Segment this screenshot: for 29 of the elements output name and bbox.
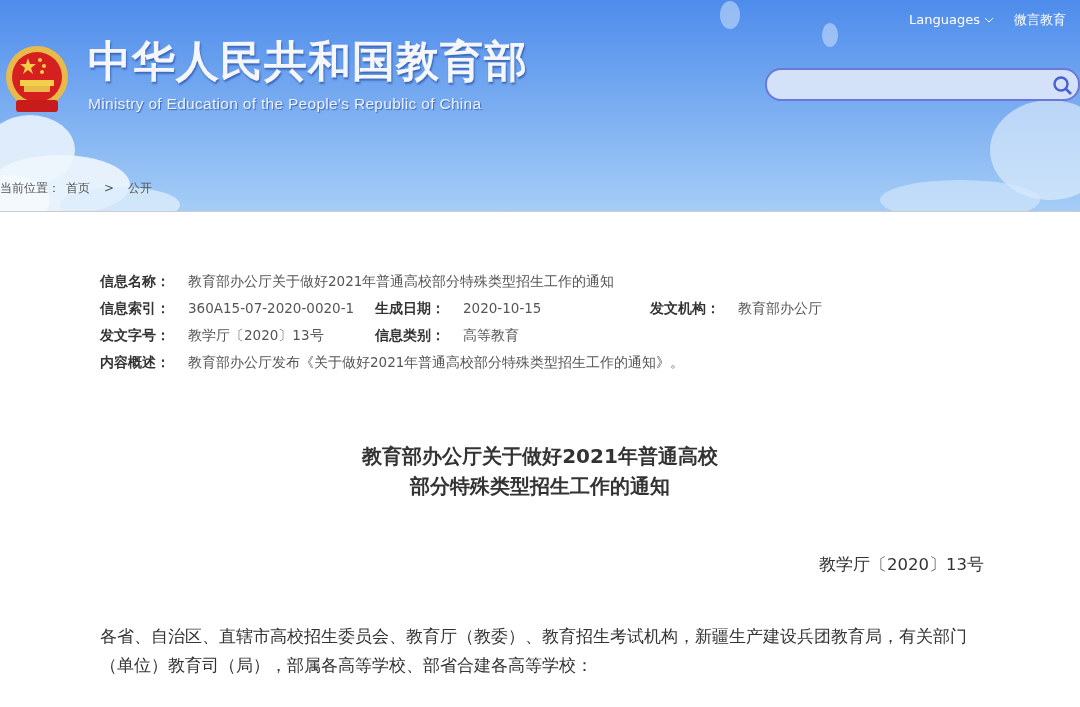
search-icon [1052,75,1074,97]
info-label: 信息类别： [375,326,446,346]
document-number: 教学厅〔2020〕13号 [819,555,984,574]
info-value: 教育部办公厅发布《关于做好2021年普通高校部分特殊类型招生工作的通知》。 [188,353,685,373]
info-label: 信息索引： [100,299,171,319]
info-label: 发文字号： [100,326,171,346]
info-value: 360A15-07-2020-0020-1 [188,299,355,319]
info-value: 教学厅〔2020〕13号 [188,326,324,346]
info-value: 高等教育 [463,326,519,346]
info-value: 教育部办公厅 [738,299,822,319]
search-field[interactable] [765,68,1080,101]
body-paragraph: 各省、自治区、直辖市高校招生委员会、教育厅（教委）、教育招生考试机构，新疆生产建设兵团教育局，有关部门（单位）教育司（局），部属各高等学校、部省合建各高等学校： [100,625,968,677]
caret-icon [984,16,994,23]
weibo-link[interactable]: 微言教育 [1014,10,1066,30]
breadcrumb-separator: > [103,180,116,197]
breadcrumb-label: 当前位置： [0,180,60,197]
breadcrumb-link[interactable]: 公开 [128,179,153,197]
info-label: 生成日期： [375,299,446,319]
article-title: 教育部办公厅关于做好2021年普通高校 [362,444,718,468]
info-label: 内容概述： [100,353,171,373]
info-label: 发文机构： [650,299,721,319]
breadcrumb-link[interactable]: 首页 [66,179,90,197]
site-title: 中华人民共和国教育部 [88,40,528,83]
info-value: 教育部办公厅关于做好2021年普通高校部分特殊类型招生工作的通知 [188,272,615,292]
info-value: 2020-10-15 [463,299,542,319]
languages-link[interactable]: Languages [909,10,994,30]
info-label: 信息名称： [100,272,171,292]
article-title: 部分特殊类型招生工作的通知 [410,474,670,498]
site-subtitle: Ministry of Education of the People's Republic of China [88,94,483,114]
